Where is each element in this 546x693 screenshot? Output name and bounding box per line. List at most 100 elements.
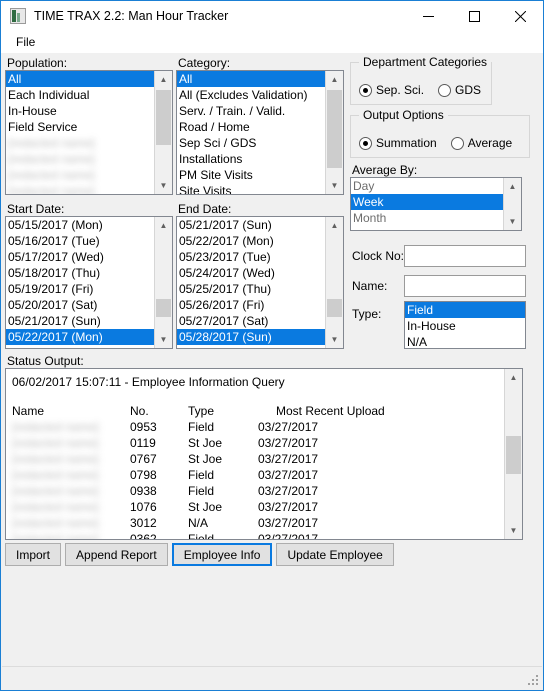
scroll-down-icon[interactable]: ▼ (155, 331, 172, 348)
category-item-3[interactable]: Road / Home (177, 119, 325, 135)
name-input[interactable] (404, 275, 526, 297)
radio-gds[interactable]: GDS (438, 83, 481, 97)
average-by-item-2[interactable]: Month (351, 210, 503, 226)
population-item-3[interactable]: Field Service (6, 119, 154, 135)
scroll-up-icon[interactable]: ▲ (326, 71, 343, 88)
population-items[interactable]: All Each Individual In-House Field Service[… (6, 71, 154, 194)
menu-item-file[interactable]: File (9, 33, 42, 51)
update-employee-button[interactable]: Update Employee (276, 543, 394, 566)
minimize-button[interactable] (405, 1, 451, 31)
end-date-item-3[interactable]: 05/24/2017 (Wed) (177, 265, 325, 281)
end-date-items[interactable]: 05/21/2017 (Sun) 05/22/2017 (Mon) 05/23/20… (177, 217, 325, 348)
average-by-item-1[interactable]: Week (351, 194, 503, 210)
scroll-up-icon[interactable]: ▲ (326, 217, 343, 234)
population-item-6[interactable]: [redacted name] (6, 167, 154, 183)
population-listbox[interactable]: All Each Individual In-House Field Service[… (5, 70, 173, 195)
end-date-item-6[interactable]: 05/27/2017 (Sat) (177, 313, 325, 329)
scroll-up-icon[interactable]: ▲ (504, 178, 521, 195)
scroll-down-icon[interactable]: ▼ (505, 522, 522, 539)
start-date-item-1[interactable]: 05/16/2017 (Tue) (6, 233, 154, 249)
category-item-7[interactable]: Site Visits (177, 183, 325, 194)
scroll-up-icon[interactable]: ▲ (155, 71, 172, 88)
category-item-4[interactable]: Sep Sci / GDS (177, 135, 325, 151)
close-button[interactable] (497, 1, 543, 31)
end-date-item-2[interactable]: 05/23/2017 (Tue) (177, 249, 325, 265)
start-date-listbox[interactable]: 05/15/2017 (Mon) 05/16/2017 (Tue) 05/17/20… (5, 216, 173, 349)
scroll-thumb[interactable] (506, 436, 521, 474)
end-date-item-1[interactable]: 05/22/2017 (Mon) (177, 233, 325, 249)
population-item-5[interactable]: [redacted name] (6, 151, 154, 167)
average-by-item-0[interactable]: Day (351, 178, 503, 194)
end-date-item-0[interactable]: 05/21/2017 (Sun) (177, 217, 325, 233)
type-item-1[interactable]: In-House (405, 318, 525, 334)
start-date-scrollbar[interactable]: ▲ ▼ (154, 217, 172, 348)
start-date-item-7[interactable]: 05/22/2017 (Mon) (6, 329, 154, 345)
scroll-up-icon[interactable]: ▲ (155, 217, 172, 234)
population-item-2[interactable]: In-House (6, 103, 154, 119)
maximize-button[interactable] (451, 1, 497, 31)
average-by-items[interactable]: Day Week Month (351, 178, 503, 230)
type-items[interactable]: Field In-House N/A (405, 302, 525, 348)
category-items[interactable]: All All (Excludes Validation) Serv. / Trai… (177, 71, 325, 194)
population-item-1[interactable]: Each Individual (6, 87, 154, 103)
status-output-scrollbar[interactable]: ▲ ▼ (504, 369, 522, 539)
type-item-0[interactable]: Field (405, 302, 525, 318)
scroll-down-icon[interactable]: ▼ (326, 331, 343, 348)
category-listbox[interactable]: All All (Excludes Validation) Serv. / Trai… (176, 70, 344, 195)
resize-grip-icon[interactable] (528, 675, 539, 686)
title-bar[interactable]: TIME TRAX 2.2: Man Hour Tracker (1, 1, 543, 31)
import-button[interactable]: Import (5, 543, 62, 566)
app-icon (10, 8, 26, 24)
table-row: [redacted name] 0362 Field 03/27/2017 (12, 531, 416, 539)
table-row: [redacted name] 0953 Field 03/27/2017 (12, 419, 416, 435)
start-date-item-6[interactable]: 05/21/2017 (Sun) (6, 313, 154, 329)
category-item-1[interactable]: All (Excludes Validation) (177, 87, 325, 103)
average-by-label: Average By: (352, 163, 418, 177)
scroll-down-icon[interactable]: ▼ (326, 177, 343, 194)
population-item-0[interactable]: All (6, 71, 154, 87)
population-scrollbar[interactable]: ▲ ▼ (154, 71, 172, 194)
status-output-box[interactable]: 06/02/2017 15:07:11 - Employee Informati… (5, 368, 523, 540)
column-header-no: No. (130, 404, 149, 418)
category-item-2[interactable]: Serv. / Train. / Valid. (177, 103, 325, 119)
cell-name: [redacted name] (12, 516, 99, 530)
population-item-7[interactable]: [redacted name] (6, 183, 154, 194)
start-date-items[interactable]: 05/15/2017 (Mon) 05/16/2017 (Tue) 05/17/20… (6, 217, 154, 348)
start-date-item-8[interactable]: 05/23/2017 (Tue) (6, 345, 154, 348)
average-by-scrollbar[interactable]: ▲ ▼ (503, 178, 521, 230)
start-date-item-3[interactable]: 05/18/2017 (Thu) (6, 265, 154, 281)
output-options-radios[interactable]: Summation Average (359, 136, 526, 150)
radio-sep-sci[interactable]: Sep. Sci. (359, 83, 424, 97)
radio-summation[interactable]: Summation (359, 136, 437, 150)
radio-average[interactable]: Average (450, 136, 512, 150)
scroll-thumb[interactable] (327, 90, 342, 168)
end-date-item-4[interactable]: 05/25/2017 (Thu) (177, 281, 325, 297)
average-by-listbox[interactable]: Day Week Month ▲ ▼ (350, 177, 522, 231)
scroll-up-icon[interactable]: ▲ (505, 369, 522, 386)
end-date-item-5[interactable]: 05/26/2017 (Fri) (177, 297, 325, 313)
end-date-listbox[interactable]: 05/21/2017 (Sun) 05/22/2017 (Mon) 05/23/20… (176, 216, 344, 349)
start-date-item-5[interactable]: 05/20/2017 (Sat) (6, 297, 154, 313)
scroll-down-icon[interactable]: ▼ (155, 177, 172, 194)
category-item-5[interactable]: Installations (177, 151, 325, 167)
population-item-4[interactable]: [redacted name] (6, 135, 154, 151)
start-date-item-2[interactable]: 05/17/2017 (Wed) (6, 249, 154, 265)
type-item-2[interactable]: N/A (405, 334, 525, 348)
department-categories-radios[interactable]: Sep. Sci. GDS (359, 83, 495, 97)
category-item-0[interactable]: All (177, 71, 325, 87)
scroll-down-icon[interactable]: ▼ (504, 213, 521, 230)
category-scrollbar[interactable]: ▲ ▼ (325, 71, 343, 194)
start-date-item-4[interactable]: 05/19/2017 (Fri) (6, 281, 154, 297)
category-item-6[interactable]: PM Site Visits (177, 167, 325, 183)
type-listbox[interactable]: Field In-House N/A (404, 301, 526, 349)
radio-icon (359, 136, 372, 150)
clock-no-input[interactable] (404, 245, 526, 267)
end-date-item-7[interactable]: 05/28/2017 (Sun) (177, 329, 325, 345)
end-date-scrollbar[interactable]: ▲ ▼ (325, 217, 343, 348)
append-report-button[interactable]: Append Report (65, 543, 168, 566)
start-date-item-0[interactable]: 05/15/2017 (Mon) (6, 217, 154, 233)
scroll-thumb[interactable] (156, 299, 171, 317)
employee-info-button[interactable]: Employee Info (171, 543, 273, 566)
scroll-thumb[interactable] (327, 299, 342, 317)
scroll-thumb[interactable] (156, 90, 171, 145)
